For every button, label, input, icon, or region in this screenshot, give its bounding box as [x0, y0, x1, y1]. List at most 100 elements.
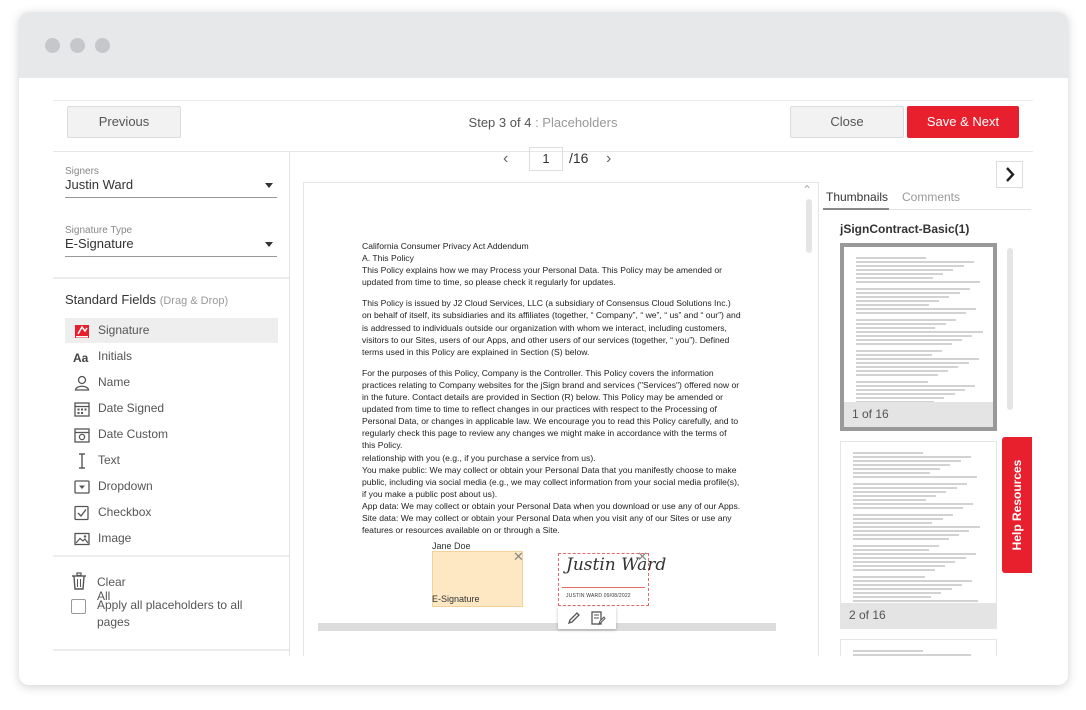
help-resources-label: Help Resources [1010, 459, 1024, 551]
tab-comments[interactable]: Comments [902, 190, 960, 204]
window-dot-2[interactable] [70, 38, 85, 53]
field-image[interactable]: Image [65, 526, 278, 551]
field-text[interactable]: Text [65, 448, 278, 473]
field-date-custom[interactable]: Date Custom [65, 422, 278, 447]
thumbnail-text-line [853, 483, 967, 485]
signature-type-select[interactable]: E-Signature [65, 233, 277, 257]
field-name[interactable]: Name [65, 370, 278, 395]
field-checkbox[interactable]: Checkbox [65, 500, 278, 525]
thumbnail-text-line [856, 269, 954, 271]
thumbnail-text-line [856, 304, 929, 306]
thumbnail-text-line [856, 300, 940, 302]
thumbnail-text-line [853, 592, 942, 594]
doc-paragraph: relationship with you (e.g., if you purc… [362, 452, 596, 463]
thumbnail-text-line [856, 397, 945, 399]
thumbnail-preview [856, 257, 984, 405]
field-label: Initials [98, 349, 133, 363]
doc-paragraph: Site data: We may collect or obtain your… [362, 512, 732, 536]
left-panel: Signers Justin Ward Signature Type E-Sig… [53, 152, 290, 656]
thumbnail-text-line [856, 354, 932, 356]
pencil-icon[interactable] [566, 610, 582, 626]
vertical-scrollbar[interactable] [806, 199, 812, 253]
thumbnail-text-line [853, 534, 960, 536]
prev-page-icon[interactable]: ‹ [503, 150, 508, 168]
step-sub-label: Placeholders [542, 115, 618, 130]
doc-paragraph: A. This Policy [362, 253, 414, 264]
thumbnail-text-line [853, 584, 962, 586]
panel-next-button[interactable] [996, 161, 1023, 188]
thumbnail-text-line [856, 296, 950, 298]
thumbnail-text-line [856, 277, 933, 279]
tab-thumbnails[interactable]: Thumbnails [826, 190, 888, 204]
thumbnail-text-line [853, 526, 980, 528]
field-signature[interactable]: Signature [65, 318, 278, 343]
thumbnail-text-line [853, 514, 953, 516]
close-icon[interactable]: ✕ [513, 549, 524, 565]
thumbnail-text-line [856, 308, 977, 310]
window-dot-3[interactable] [95, 38, 110, 53]
thumbnail-text-line [853, 495, 937, 497]
thumbnail-text-line [853, 503, 974, 505]
chevron-right-icon [1006, 167, 1015, 182]
divider [53, 649, 289, 651]
field-dropdown[interactable]: Dropdown [65, 474, 278, 499]
thumbnail-preview [853, 452, 981, 611]
previous-button[interactable]: Previous [67, 106, 181, 138]
thumbnail-text-line [853, 460, 961, 462]
thumbnail-text-line [853, 545, 939, 547]
thumbnail-text-line [853, 600, 979, 602]
thumbnail-text-line [856, 331, 983, 333]
thumbnail-scrollbar[interactable] [1007, 248, 1013, 410]
field-label: Signature [98, 323, 150, 337]
thumbnail-text-line [856, 323, 946, 325]
placeholder-type: E-Signature [432, 594, 480, 604]
thumbnail-text-line [853, 487, 957, 489]
field-initials[interactable]: Aa Initials [65, 344, 278, 369]
top-toolbar: Previous Step 3 of 4 : Placeholders Clos… [53, 100, 1033, 152]
close-icon[interactable]: ✕ [637, 549, 648, 565]
dropdown-icon [74, 480, 90, 494]
thumbnail-text-line [856, 389, 965, 391]
document-edit-icon[interactable] [590, 610, 606, 626]
thumbnail-text-line [853, 472, 930, 474]
thumbnail-text-line [853, 557, 966, 559]
apply-all-option[interactable]: Apply all placeholders to all pages [71, 597, 261, 631]
horizontal-scrollbar[interactable] [318, 623, 776, 631]
apply-all-checkbox[interactable] [71, 599, 86, 614]
thumbnail-text-line [856, 319, 956, 321]
doc-paragraph: This Policy explains how we may Process … [362, 265, 722, 288]
field-date-signed[interactable]: Date Signed [65, 396, 278, 421]
thumbnail-text-line [853, 518, 943, 520]
scroll-up-icon[interactable]: ⌃ [802, 183, 812, 197]
thumbnail-text-line [853, 476, 978, 478]
page-thumbnail[interactable]: 2 of 16 [840, 441, 997, 629]
help-resources-tab[interactable]: Help Resources [1002, 437, 1032, 573]
page-number-input[interactable]: 1 [529, 147, 563, 171]
thumbnail-text-line [856, 393, 955, 395]
page-thumbnail[interactable] [840, 639, 997, 656]
text-cursor-icon [79, 453, 85, 469]
thumbnail-text-line [856, 261, 974, 263]
signature-script: Justin Ward [566, 555, 667, 575]
document-viewer[interactable]: California Consumer Privacy Act Addendum… [303, 182, 819, 656]
thumbnail-text-line [853, 507, 964, 509]
step-label: Step 3 of 4 [468, 115, 532, 130]
page-total: /16 [569, 150, 589, 166]
window-dot-1[interactable] [45, 38, 60, 53]
trash-icon [72, 572, 86, 590]
thumbnail-text-line [853, 530, 970, 532]
signer-select[interactable]: Justin Ward [65, 174, 277, 198]
close-button[interactable]: Close [790, 106, 904, 138]
document-name: jSignContract-Basic(1) [840, 222, 970, 236]
thumbnail-text-line [853, 654, 971, 656]
next-page-icon[interactable]: › [606, 150, 611, 168]
page-thumbnail[interactable]: 1 of 16 [840, 243, 997, 431]
panel-tabs: Thumbnails Comments [823, 186, 1031, 210]
thumbnail-text-line [853, 491, 947, 493]
image-icon [74, 532, 90, 546]
thumbnail-text-line [853, 456, 971, 458]
field-label: Text [98, 453, 121, 467]
step-indicator: Step 3 of 4 : Placeholders [433, 115, 653, 130]
save-next-button[interactable]: Save & Next [907, 106, 1019, 138]
calendar-icon [74, 402, 90, 417]
